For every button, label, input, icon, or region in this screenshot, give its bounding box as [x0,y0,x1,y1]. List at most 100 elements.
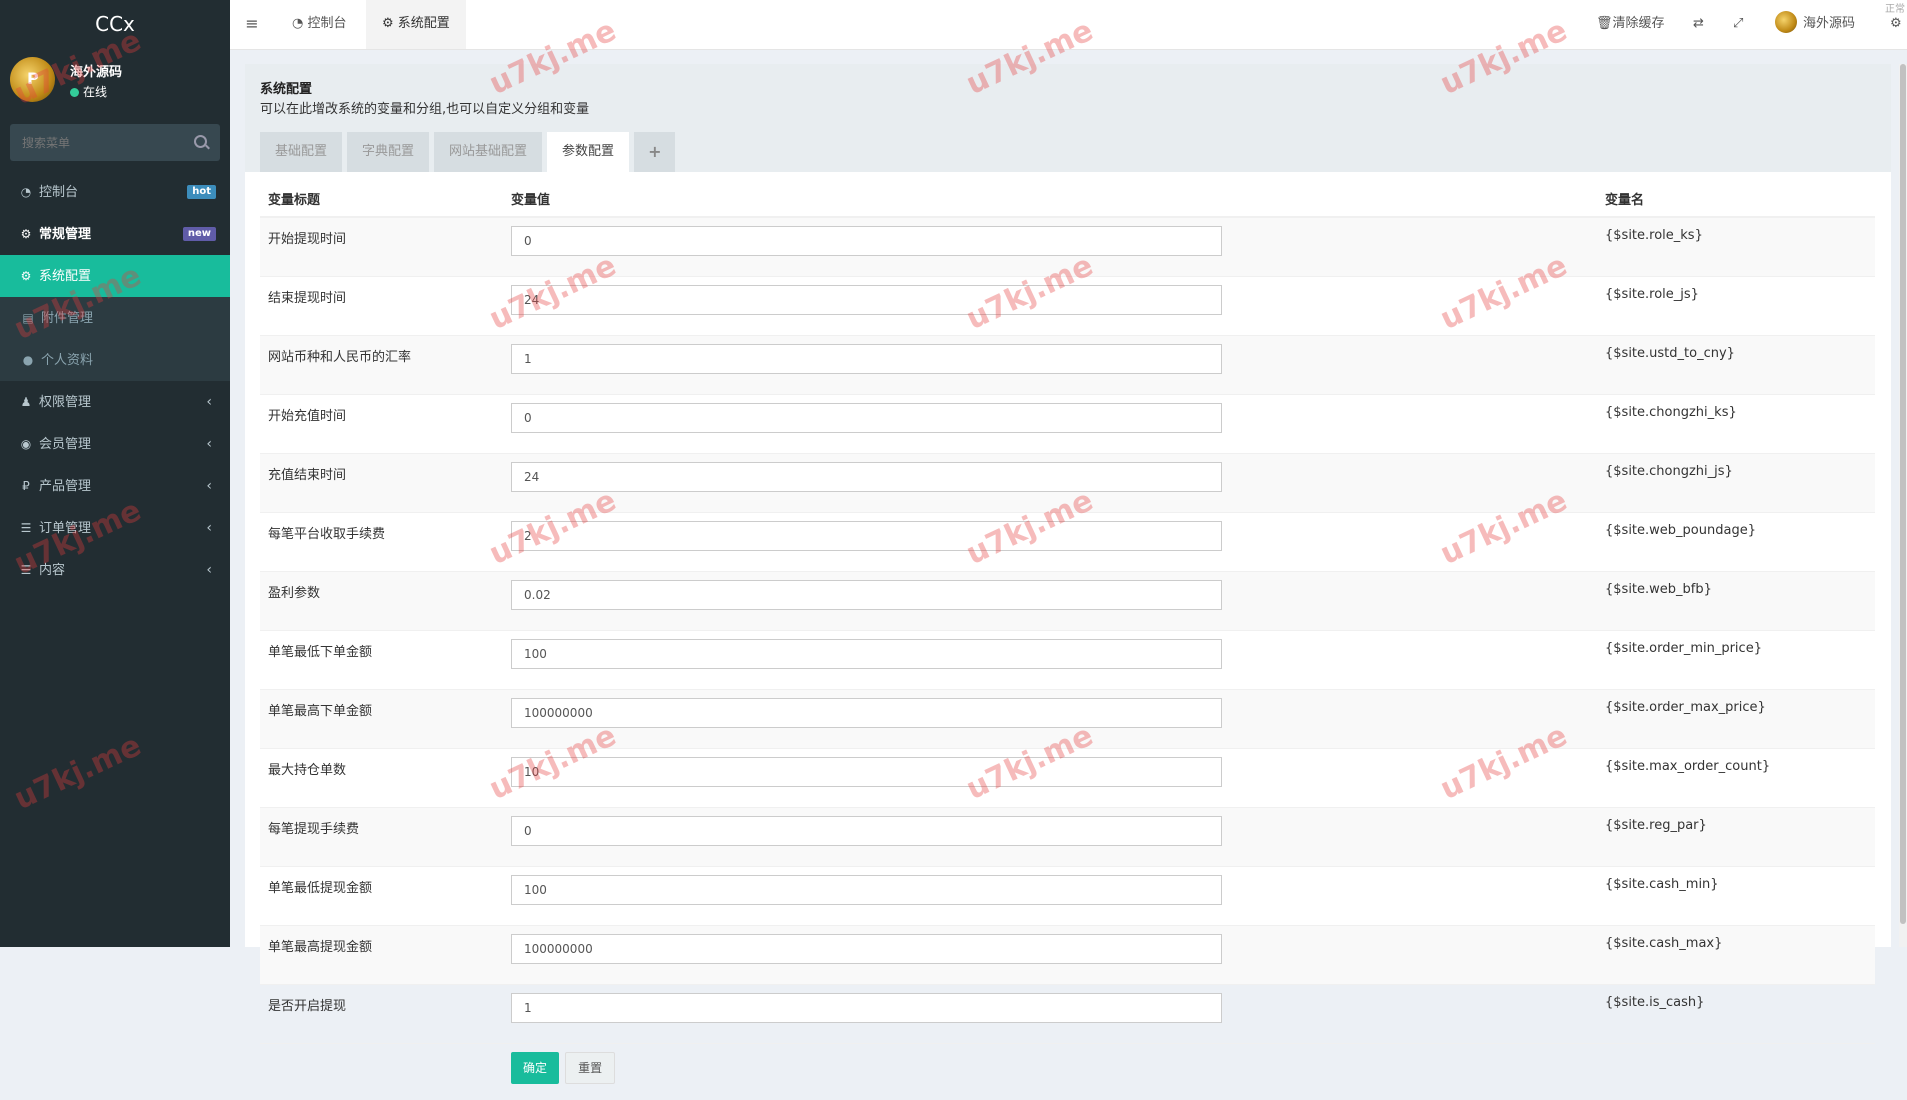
row-value-input[interactable] [511,403,1222,433]
user-status: 在线 [70,83,107,100]
tab-basic-config[interactable]: 基础配置 [260,132,342,172]
table-row: 充值结束时间 {$site.chongzhi_js} [260,454,1875,513]
sidebar-item-system-config[interactable]: ⚙ 系统配置 [0,255,230,297]
gear-icon: ⚙ [382,16,398,31]
tab-dashboard[interactable]: ◔ 控制台 [276,0,363,49]
row-variable-name: {$site.order_min_price} [1597,631,1875,690]
search-icon[interactable] [194,135,207,148]
row-value-input[interactable] [511,226,1222,256]
user-name: 海外源码 [70,61,122,80]
row-value-input[interactable] [511,462,1222,492]
clear-cache-button[interactable]: 🗑清除缓存 [1596,0,1665,49]
sidebar-item-dashboard[interactable]: ◔ 控制台 hot [0,171,230,213]
sidebar-item-label: 个人资料 [41,353,93,368]
column-header-name: 变量名 [1597,180,1875,217]
reset-button[interactable]: 重置 [565,1052,615,1084]
sidebar-item-members[interactable]: ◉会员管理 ‹ [0,423,230,465]
row-value-input[interactable] [511,816,1222,846]
menu-search [10,124,220,161]
sidebar-item-label: 产品管理 [39,479,91,494]
file-image-icon: ▤ [22,297,34,339]
dashboard-icon: ◔ [292,16,307,31]
sidebar-item-general[interactable]: ⚙常规管理 new [0,213,230,255]
row-variable-name: {$site.role_js} [1597,277,1875,336]
online-dot-icon [70,88,79,97]
row-variable-name: {$site.chongzhi_js} [1597,454,1875,513]
language-icon[interactable]: ⇄ [1693,0,1704,49]
row-label: 单笔最低下单金额 [260,631,503,690]
row-variable-name: {$site.role_ks} [1597,217,1875,277]
avatar [10,57,55,102]
row-variable-name: {$site.cash_min} [1597,867,1875,926]
row-label: 网站币种和人民币的汇率 [260,336,503,395]
tab-dictionary-config[interactable]: 字典配置 [347,132,429,172]
sidebar-item-profile[interactable]: ●个人资料 [0,339,230,381]
row-variable-name: {$site.web_bfb} [1597,572,1875,631]
table-row: 是否开启提现 {$site.is_cash} [260,985,1875,1044]
scrollbar[interactable] [1899,64,1907,947]
row-label: 单笔最高下单金额 [260,690,503,749]
sidebar-item-label: 权限管理 [39,395,91,410]
row-value-input[interactable] [511,521,1222,551]
user-panel: 海外源码 在线 [0,50,230,118]
row-value-input[interactable] [511,875,1222,905]
app-logo[interactable]: CCx [0,0,230,50]
chevron-left-icon: ‹ [206,465,212,507]
scrollbar-thumb[interactable] [1900,64,1906,924]
fullscreen-icon[interactable]: ⤢ [1733,0,1743,49]
row-variable-name: {$site.cash_max} [1597,926,1875,985]
sidebar-item-label: 内容 [39,563,65,578]
table-row: 网站币种和人民币的汇率 {$site.ustd_to_cny} [260,336,1875,395]
submit-button[interactable]: 确定 [511,1052,559,1084]
row-label: 充值结束时间 [260,454,503,513]
row-variable-name: {$site.is_cash} [1597,985,1875,1044]
tab-param-config[interactable]: 参数配置 [547,132,629,172]
row-variable-name: {$site.chongzhi_ks} [1597,395,1875,454]
tab-site-config[interactable]: 网站基础配置 [434,132,542,172]
row-label: 是否开启提现 [260,985,503,1044]
row-label: 结束提现时间 [260,277,503,336]
table-row: 每笔平台收取手续费 {$site.web_poundage} [260,513,1875,572]
tab-system-config[interactable]: ⚙ 系统配置 [366,0,466,49]
row-value-input[interactable] [511,993,1222,1023]
sidebar-item-products[interactable]: ₽产品管理 ‹ [0,465,230,507]
row-value-input[interactable] [511,757,1222,787]
table-row: 最大持仓单数 {$site.max_order_count} [260,749,1875,808]
sidebar-item-label: 控制台 [39,185,78,200]
hot-badge: hot [187,185,216,199]
gear-icon: ⚙ [20,255,32,297]
row-value-input[interactable] [511,934,1222,964]
sidebar: CCx 海外源码 在线 ◔ 控制台 hot ⚙常规管理 new ⚙ 系统配置 ▤附件… [0,0,230,947]
menu-toggle-icon[interactable]: ≡ [230,0,274,49]
row-value-input[interactable] [511,698,1222,728]
dashboard-icon: ◔ [20,171,32,213]
row-value-input[interactable] [511,639,1222,669]
sidebar-item-label: 会员管理 [39,437,91,452]
sidebar-item-content[interactable]: ☰内容 ‹ [0,549,230,591]
panel-header: 系统配置 可以在此增改系统的变量和分组,也可以自定义分组和变量 基础配置 字典配… [245,64,1891,172]
trash-icon: 🗑 [1596,16,1613,31]
sidebar-item-label: 系统配置 [39,269,91,284]
table-row: 结束提现时间 {$site.role_js} [260,277,1875,336]
sidebar-item-orders[interactable]: ☰订单管理 ‹ [0,507,230,549]
row-value-input[interactable] [511,285,1222,315]
sidebar-item-auth[interactable]: ♟权限管理 ‹ [0,381,230,423]
sidebar-item-label: 常规管理 [39,227,91,242]
form-actions-row: 确定 重置 [260,1044,1875,1100]
add-group-button[interactable]: + [634,132,675,172]
table-row: 每笔提现手续费 {$site.reg_par} [260,808,1875,867]
table-header: 变量标题 变量值 变量名 [260,180,1875,217]
row-value-input[interactable] [511,580,1222,610]
corner-status-text: 正常 [1885,0,1905,15]
new-badge: new [183,227,216,241]
chevron-left-icon: ‹ [206,549,212,591]
table-row: 单笔最低提现金额 {$site.cash_min} [260,867,1875,926]
user-status-label: 在线 [83,85,107,99]
row-value-input[interactable] [511,344,1222,374]
user-circle-icon: ◉ [20,423,32,465]
row-label: 单笔最高提现金额 [260,926,503,985]
menu-search-input[interactable] [10,124,204,161]
sidebar-item-attachments[interactable]: ▤附件管理 [0,297,230,339]
params-table: 变量标题 变量值 变量名 开始提现时间 {$site.role_ks} 结束提现… [260,180,1875,1100]
user-menu[interactable]: 海外源码 [1775,0,1855,49]
